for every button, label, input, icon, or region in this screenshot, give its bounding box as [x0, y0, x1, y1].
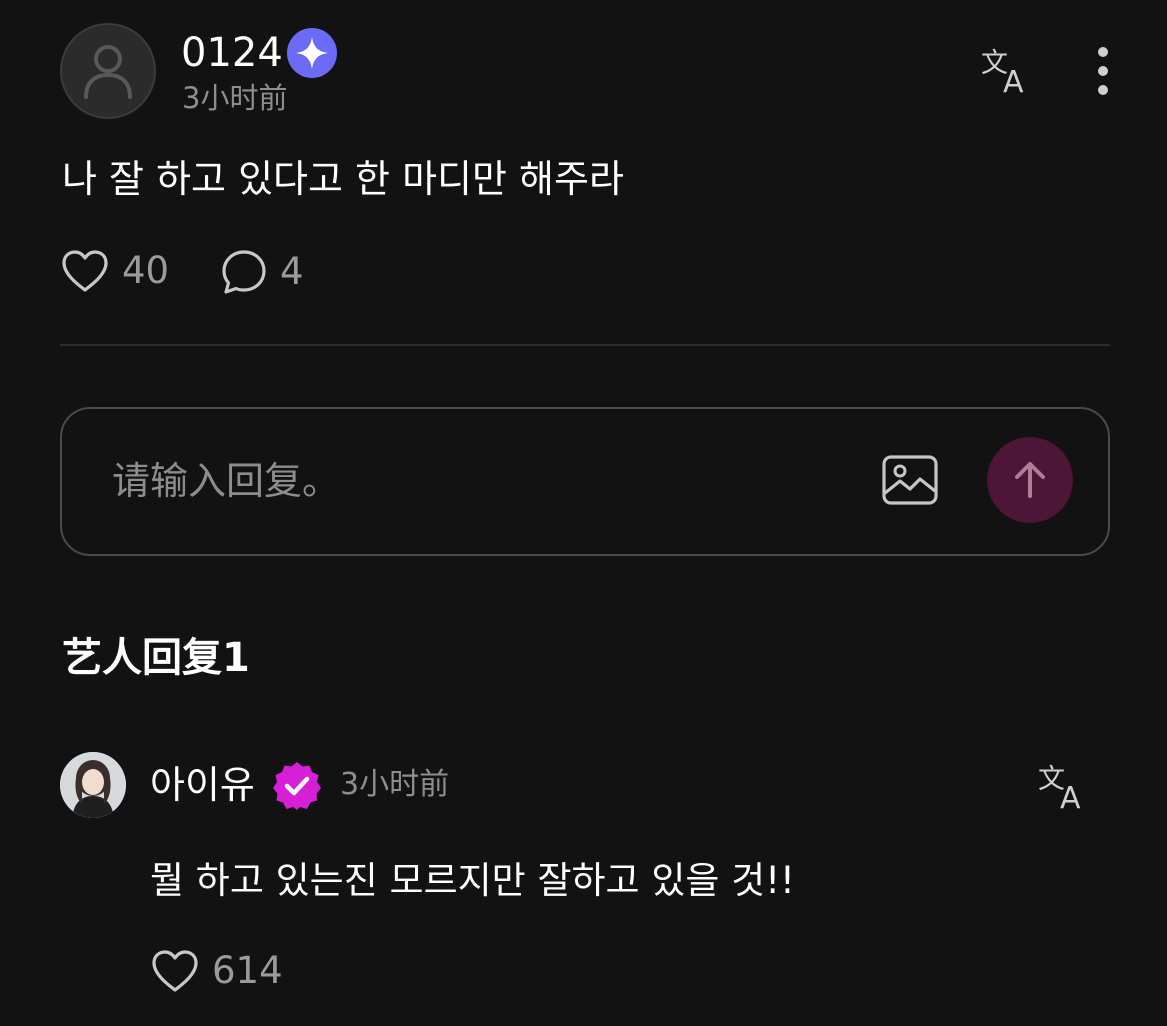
- reply-input[interactable]: [112, 453, 852, 509]
- comment-icon: [222, 250, 266, 294]
- like-button[interactable]: 40: [60, 248, 169, 294]
- svg-text:A: A: [1060, 781, 1081, 814]
- translate-icon: 文 A: [981, 48, 1024, 100]
- like-count: 614: [212, 949, 283, 992]
- profile-photo: [60, 752, 126, 818]
- svg-text:A: A: [1003, 65, 1024, 98]
- post-username[interactable]: 0124: [181, 28, 283, 78]
- translate-button[interactable]: 文 A: [979, 44, 1033, 100]
- comment-count: 4: [280, 250, 304, 293]
- post-timestamp: 3小时前: [182, 81, 288, 115]
- sparkle-icon: [287, 28, 337, 78]
- image-icon: [882, 455, 938, 505]
- reply-timestamp: 3小时前: [340, 767, 450, 802]
- heart-icon: [152, 950, 198, 992]
- translate-icon: 文 A: [1038, 764, 1081, 816]
- section-title: 艺人回复1: [62, 635, 250, 681]
- avatar[interactable]: [60, 23, 156, 119]
- avatar[interactable]: [60, 752, 126, 818]
- heart-icon: [62, 250, 108, 292]
- user-silhouette-icon: [84, 45, 132, 99]
- more-vertical-icon: [1098, 47, 1108, 95]
- like-count: 40: [122, 249, 170, 292]
- verified-check-icon: [271, 760, 323, 812]
- arrow-up-icon: [1015, 462, 1045, 498]
- reply-content: 뭘 하고 있는진 모르지만 잘하고 있을 것!!: [150, 859, 795, 902]
- reply-username[interactable]: 아이유: [150, 760, 255, 810]
- like-button[interactable]: 614: [150, 948, 283, 994]
- divider: [60, 344, 1110, 346]
- more-options-button[interactable]: [1090, 45, 1116, 97]
- attach-image-button[interactable]: [880, 451, 940, 511]
- send-button[interactable]: [987, 437, 1073, 523]
- post-content: 나 잘 하고 있다고 한 마디만 해주라: [62, 157, 624, 201]
- reply-composer: [60, 407, 1110, 556]
- translate-button[interactable]: 文 A: [1036, 760, 1090, 816]
- comment-button[interactable]: 4: [220, 248, 304, 296]
